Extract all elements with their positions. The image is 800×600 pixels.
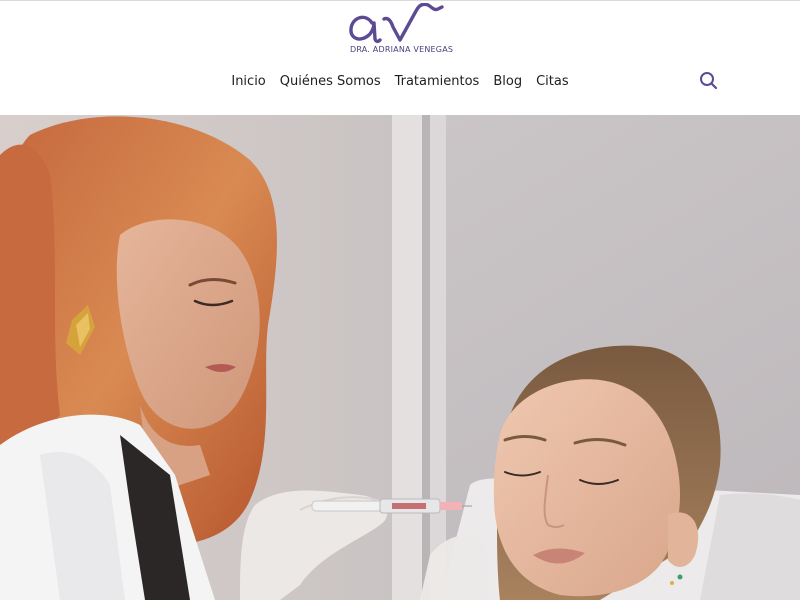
- search-button[interactable]: [698, 70, 720, 92]
- av-monogram-icon: [349, 3, 444, 44]
- site-header: DRA. ADRIANA VENEGAS Inicio Quiénes Somo…: [0, 1, 800, 115]
- site-logo[interactable]: DRA. ADRIANA VENEGAS: [346, 3, 454, 55]
- nav-link-quienes-somos[interactable]: Quiénes Somos: [280, 72, 381, 92]
- search-icon: [700, 72, 718, 90]
- nav-item-tratamientos: Tratamientos: [395, 72, 480, 92]
- nav-link-citas[interactable]: Citas: [536, 72, 569, 92]
- main-nav: Inicio Quiénes Somos Tratamientos Blog C…: [0, 72, 800, 94]
- logo-text: DRA. ADRIANA VENEGAS: [350, 45, 454, 54]
- nav-list: Inicio Quiénes Somos Tratamientos Blog C…: [0, 72, 800, 92]
- nav-link-blog[interactable]: Blog: [493, 72, 522, 92]
- nav-link-tratamientos[interactable]: Tratamientos: [395, 72, 480, 92]
- nav-item-inicio: Inicio: [231, 72, 265, 92]
- nav-item-quienes-somos: Quiénes Somos: [280, 72, 381, 92]
- nav-item-citas: Citas: [536, 72, 569, 92]
- hero-section: [0, 115, 800, 600]
- nav-item-blog: Blog: [493, 72, 522, 92]
- nav-link-inicio[interactable]: Inicio: [231, 72, 265, 92]
- hero-image: [0, 115, 800, 600]
